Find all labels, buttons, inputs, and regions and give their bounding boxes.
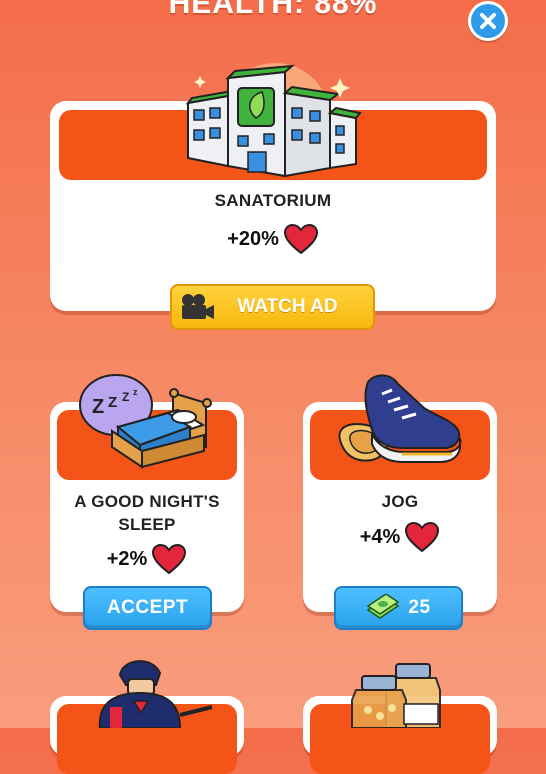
buy-jog-button[interactable]: 25	[334, 586, 463, 630]
sneaker-icon	[338, 374, 462, 463]
hospital-building-icon	[185, 63, 362, 178]
heart-icon	[152, 543, 187, 575]
accept-button[interactable]: ACCEPT	[83, 586, 212, 630]
bonus-value: +2%	[106, 547, 148, 570]
close-icon	[471, 4, 505, 38]
price-label: 25	[408, 597, 431, 618]
card-title: SANATORIUM	[214, 191, 332, 210]
bed-icon: Z Z Z z	[79, 374, 212, 469]
card-title: A GOOD NIGHT'S SLEEP	[50, 490, 244, 536]
heart-icon	[283, 223, 318, 255]
watch-ad-label: WATCH AD	[237, 296, 338, 317]
card-bonus: +2%	[50, 542, 244, 576]
cash-stack-icon	[367, 594, 400, 619]
svg-text:Z: Z	[122, 390, 129, 404]
heart-icon	[405, 521, 440, 553]
accept-label: ACCEPT	[106, 597, 189, 618]
health-title: HEALTH: 88%	[168, 0, 378, 20]
close-button[interactable]	[468, 1, 508, 41]
title-line-2: SLEEP	[118, 515, 176, 534]
hockey-player-icon	[98, 660, 213, 728]
svg-text:Z: Z	[92, 396, 104, 418]
svg-text:z: z	[133, 387, 138, 397]
title-line-1: A GOOD NIGHT'S	[74, 492, 220, 511]
video-camera-icon	[182, 294, 214, 319]
watch-ad-button[interactable]: WATCH AD	[170, 284, 375, 330]
bonus-value: +20%	[227, 227, 279, 250]
card-bonus: +20%	[50, 222, 496, 256]
svg-text:Z: Z	[108, 394, 117, 411]
vitamins-icon	[351, 663, 441, 728]
bonus-value: +4%	[359, 525, 401, 548]
card-title: JOG	[381, 492, 419, 511]
card-bonus: +4%	[303, 520, 497, 554]
